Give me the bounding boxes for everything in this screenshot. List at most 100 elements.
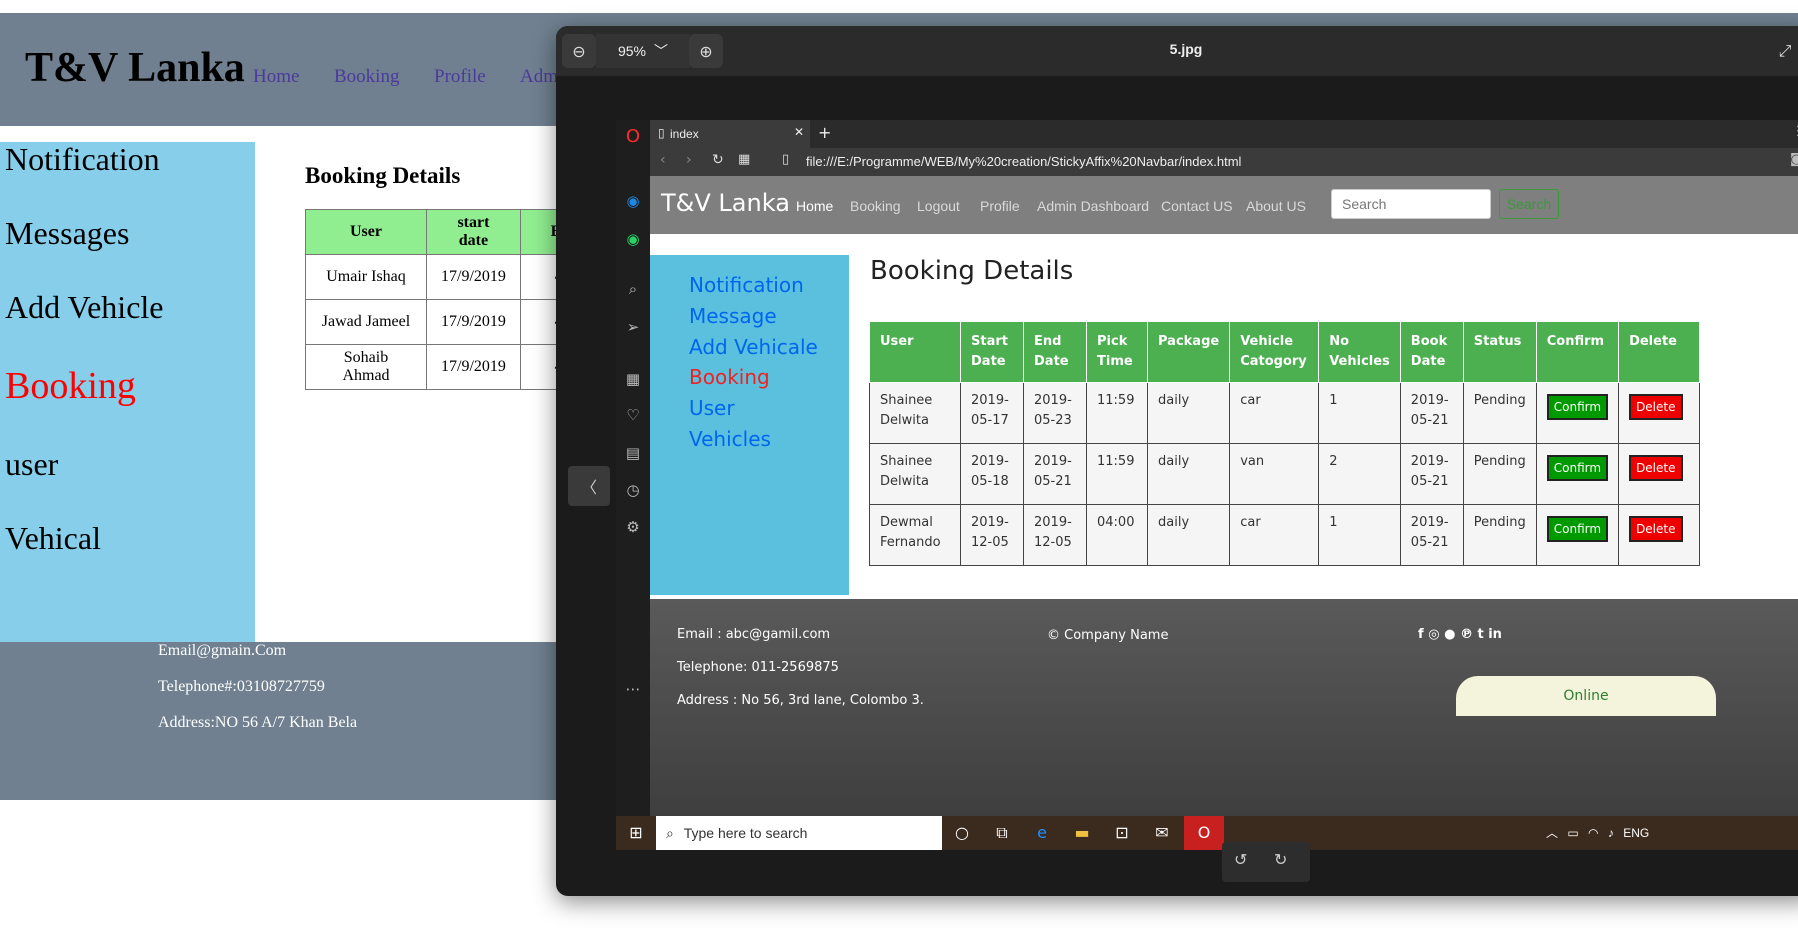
file-name: 5.jpg (1169, 41, 1203, 57)
linkedin-icon[interactable]: in (1488, 627, 1502, 642)
nav-profile-link[interactable]: Profile (434, 66, 486, 88)
forward-icon[interactable]: › (686, 152, 692, 168)
grid-icon[interactable]: ▦ (738, 152, 750, 167)
github-icon[interactable]: ● (1444, 627, 1455, 642)
sidebar-item-booking-active[interactable]: Booking (5, 364, 136, 408)
windows-taskbar: ⊞ ⌕ Type here to search ○ ⧉ e ▬ ⊡ ✉ O ︿ … (616, 816, 1798, 850)
table-cell: Jawad Jameel (305, 299, 427, 345)
whatsapp-icon[interactable]: ◉ (616, 230, 650, 248)
sidebar-item-add-vehicle[interactable]: Add Vehicle (5, 289, 163, 326)
nav-booking-link[interactable]: Booking (334, 66, 399, 88)
displayed-image: O ◉ ◉ ⌕ ➢ ▦ ♡ ▤ ◷ ⚙ ⋯ ▯ index ✕ + ☰ ‹ › … (616, 120, 1798, 850)
footer-telephone: Telephone#:03108727759 (158, 678, 325, 695)
nav-about-link[interactable]: About US (1246, 198, 1306, 214)
chevron-up-icon[interactable]: ︿ (1546, 826, 1558, 840)
delete-button[interactable]: Delete (1629, 394, 1683, 420)
windows-start-icon[interactable]: ⊞ (616, 816, 656, 850)
nav-home-link[interactable]: Home (253, 66, 299, 88)
rotate-left-icon[interactable]: ↺ (1234, 850, 1247, 869)
table-cell: 2019-05-21 (1399, 443, 1464, 505)
cortana-icon[interactable]: ○ (942, 816, 982, 850)
site-footer: Email : abc@gamil.com Telephone: 011-256… (650, 599, 1798, 850)
new-tab-icon[interactable]: + (818, 123, 831, 142)
battery-icon[interactable]: ▭ (1567, 826, 1578, 840)
confirm-button[interactable]: Confirm (1546, 516, 1609, 542)
online-chat-badge[interactable]: Online (1456, 676, 1716, 716)
messenger-icon[interactable]: ◉ (616, 192, 650, 210)
language-indicator[interactable]: ENG (1623, 826, 1649, 840)
browser-tab[interactable]: ▯ index ✕ (650, 120, 810, 148)
heart-icon[interactable]: ♡ (616, 406, 650, 424)
sidebar-item-notification[interactable]: Notification (689, 273, 804, 297)
snapshot-icon[interactable]: ◙ (1790, 152, 1798, 167)
settings-gear-icon[interactable]: ⚙ (616, 518, 650, 536)
opera-taskbar-icon[interactable]: O (1184, 816, 1224, 850)
table-cell: daily (1146, 443, 1231, 505)
taskbar-search-input[interactable]: ⌕ Type here to search (656, 816, 942, 850)
image-viewer-window: ⊖ 95% ﹀ ⊕ 5.jpg ⤢ O ◉ ◉ ⌕ ➢ ▦ ♡ ▤ ◷ ⚙ ⋯ ▯… (556, 26, 1798, 896)
search-button[interactable]: Search (1499, 189, 1559, 219)
search-input[interactable]: Search (1331, 189, 1491, 219)
mail-icon[interactable]: ✉ (1142, 816, 1182, 850)
column-header: start date (426, 209, 521, 255)
file-explorer-icon[interactable]: ▬ (1062, 816, 1102, 850)
nav-admin-link[interactable]: Adm (520, 66, 558, 88)
sidebar-item-vehicles[interactable]: Vehicles (689, 427, 771, 451)
column-header: Status (1462, 321, 1537, 383)
fullscreen-icon[interactable]: ⤢ (1768, 34, 1798, 68)
table-cell: 2019-05-23 (1023, 382, 1087, 444)
nav-contact-link[interactable]: Contact US (1161, 198, 1233, 214)
confirm-button[interactable]: Confirm (1546, 455, 1609, 481)
sidebar-item-vehical[interactable]: Vehical (5, 520, 101, 557)
sidebar-item-messages[interactable]: Messages (5, 215, 129, 252)
nav-logout-link[interactable]: Logout (917, 198, 960, 214)
instagram-icon[interactable]: ◎ (1428, 627, 1439, 642)
more-icon[interactable]: ⋯ (616, 680, 650, 698)
table-cell: 2019-05-17 (960, 382, 1024, 444)
footer-email: Email : abc@gamil.com (677, 627, 831, 642)
rotate-right-icon[interactable]: ↻ (1274, 850, 1287, 869)
sidebar-item-booking-active[interactable]: Booking (689, 365, 770, 389)
opera-logo-icon[interactable]: O (616, 126, 650, 147)
wifi-icon[interactable]: ◠ (1588, 826, 1598, 840)
confirm-button[interactable]: Confirm (1546, 394, 1609, 420)
url-field[interactable]: file:///E:/Programme/WEB/My%20creation/S… (806, 154, 1241, 169)
edge-icon[interactable]: e (1022, 816, 1062, 850)
search-icon[interactable]: ⌕ (616, 280, 650, 298)
table-cell: 2019-12-05 (960, 504, 1024, 566)
sidebar-item-user[interactable]: User (689, 396, 735, 420)
sidebar-item-message[interactable]: Message (689, 304, 777, 328)
footer-telephone: Telephone: 011-2569875 (677, 660, 839, 675)
page-title: Booking Details (870, 256, 1074, 286)
facebook-icon[interactable]: f (1418, 627, 1424, 642)
sidebar-item-notification[interactable]: Notification (5, 141, 160, 178)
speed-dial-icon[interactable]: ▦ (616, 370, 650, 388)
delete-button[interactable]: Delete (1629, 455, 1683, 481)
back-icon[interactable]: ‹ (660, 152, 666, 168)
delete-button[interactable]: Delete (1629, 516, 1683, 542)
send-icon[interactable]: ➢ (616, 318, 650, 336)
table-cell: daily (1146, 504, 1231, 566)
task-view-icon[interactable]: ⧉ (982, 816, 1022, 850)
pinterest-icon[interactable]: ℗ (1460, 627, 1473, 642)
site-brand[interactable]: T&V Lanka (661, 189, 790, 217)
twitter-icon[interactable]: t (1477, 627, 1483, 642)
table-cell: Confirm (1535, 443, 1620, 505)
social-icons: f ◎ ● ℗ t in (1418, 627, 1502, 642)
nav-home-link[interactable]: Home (796, 198, 833, 214)
sidebar-item-add-vehicale[interactable]: Add Vehicale (689, 335, 818, 359)
nav-profile-link[interactable]: Profile (980, 198, 1020, 214)
previous-image-button[interactable]: 〈 (568, 466, 610, 506)
nav-booking-link[interactable]: Booking (850, 198, 901, 214)
store-icon[interactable]: ⊡ (1102, 816, 1142, 850)
table-cell: Confirm (1535, 504, 1620, 566)
table-cell: 17/9/2019 (426, 254, 521, 300)
volume-icon[interactable]: ♪ (1608, 826, 1614, 840)
sidebar-item-user[interactable]: user (5, 446, 58, 483)
table-cell: car (1229, 504, 1320, 566)
news-icon[interactable]: ▤ (616, 444, 650, 462)
reload-icon[interactable]: ↻ (712, 152, 724, 168)
history-icon[interactable]: ◷ (616, 481, 650, 499)
close-tab-icon[interactable]: ✕ (794, 125, 804, 139)
nav-admin-dashboard-link[interactable]: Admin Dashboard (1037, 198, 1149, 214)
